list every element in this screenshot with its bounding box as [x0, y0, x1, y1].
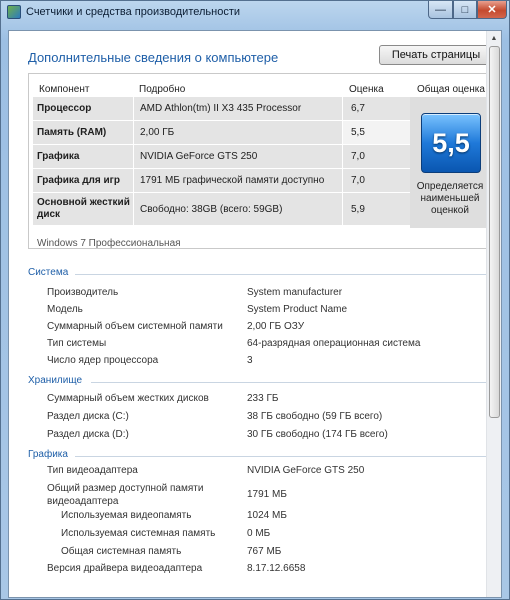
info-label: Суммарный объем жестких дисков [47, 393, 209, 404]
windows-edition: Windows 7 Профессиональная [37, 238, 181, 249]
component-score: 6,7 [343, 97, 410, 120]
info-label: Тип системы [47, 338, 107, 349]
info-value: 233 ГБ [247, 393, 279, 404]
info-label: Общий размер доступной памяти видеоадапт… [47, 483, 204, 507]
component-score: 7,0 [343, 169, 410, 192]
info-value: 767 МБ [247, 546, 282, 557]
section-title-system: Система [28, 267, 69, 278]
score-row-graphics: Графика NVIDIA GeForce GTS 250 7,0 [30, 145, 410, 168]
info-value: 38 ГБ свободно (59 ГБ всего) [247, 411, 383, 422]
component-name: Основной жесткий диск [33, 193, 133, 225]
info-label: Раздел диска (C:) [47, 411, 129, 422]
info-value: 2,00 ГБ ОЗУ [247, 321, 305, 332]
score-row-disk: Основной жесткий диск Свободно: 38GB (вс… [30, 193, 410, 225]
col-header-details: Подробно [139, 84, 186, 95]
close-icon: ✕ [487, 4, 497, 16]
info-value: 1791 МБ [247, 489, 287, 500]
col-header-component: Компонент [39, 84, 90, 95]
info-value: 64-разрядная операционная система [247, 338, 421, 349]
info-label: Общая системная память [61, 546, 182, 557]
component-details: 1791 МБ графической памяти доступно [134, 169, 342, 192]
info-value: System manufacturer [247, 287, 343, 298]
scrollbar-thumb[interactable] [489, 46, 500, 418]
minimize-button[interactable]: — [428, 1, 453, 19]
info-label: Используемая видеопамять [61, 510, 192, 521]
info-label: Раздел диска (D:) [47, 429, 129, 440]
scroll-up-icon[interactable]: ▲ [487, 31, 501, 45]
component-name: Графика для игр [33, 169, 133, 192]
window-title: Счетчики и средства производительности [26, 6, 241, 18]
component-details: 2,00 ГБ [134, 121, 342, 144]
close-button[interactable]: ✕ [477, 1, 507, 19]
info-value: NVIDIA GeForce GTS 250 [247, 465, 365, 476]
app-window: Счетчики и средства производительности —… [0, 0, 510, 600]
col-header-base: Общая оценка [417, 84, 485, 95]
component-score: 5,9 [343, 193, 410, 225]
info-label: Модель [47, 304, 83, 315]
maximize-icon: □ [461, 3, 469, 16]
app-icon [7, 5, 21, 19]
score-table: Компонент Подробно Оценка Общая оценка П… [28, 73, 491, 249]
component-score: 7,0 [343, 145, 410, 168]
info-label: Число ядер процессора [47, 355, 159, 366]
component-details: Свободно: 38GB (всего: 59GB) [134, 193, 342, 225]
section-divider [75, 456, 491, 457]
page-title: Дополнительные сведения о компьютере [28, 50, 279, 65]
component-score: 5,5 [343, 121, 410, 144]
section-divider [91, 382, 491, 383]
score-row-gaming-graphics: Графика для игр 1791 МБ графической памя… [30, 169, 410, 192]
component-details: NVIDIA GeForce GTS 250 [134, 145, 342, 168]
info-label: Тип видеоадаптера [47, 465, 138, 476]
minimize-icon: — [435, 3, 446, 16]
info-value: 30 ГБ свободно (174 ГБ всего) [247, 429, 388, 440]
maximize-button[interactable]: □ [453, 1, 477, 19]
content-area: Дополнительные сведения о компьютере Печ… [8, 30, 502, 598]
score-row-ram: Память (RAM) 2,00 ГБ 5,5 [30, 121, 410, 144]
info-value: 1024 МБ [247, 510, 287, 521]
section-divider [75, 274, 491, 275]
col-header-score: Оценка [349, 84, 384, 95]
section-title-graphics: Графика [28, 449, 68, 460]
title-bar[interactable]: Счетчики и средства производительности —… [1, 1, 509, 23]
section-title-storage: Хранилище [28, 375, 82, 386]
score-row-cpu: Процессор AMD Athlon(tm) II X3 435 Proce… [30, 97, 410, 120]
info-label: Используемая системная память [61, 528, 216, 539]
base-score-panel: 5,5 Определяется наименьшей оценкой [410, 97, 490, 228]
base-score-badge: 5,5 [421, 113, 481, 173]
info-label: Производитель [47, 287, 119, 298]
info-value: 3 [247, 355, 253, 366]
component-name: Графика [33, 145, 133, 168]
info-label: Суммарный объем системной памяти [47, 321, 223, 332]
info-label: Версия драйвера видеоадаптера [47, 563, 203, 574]
info-value: 8.17.12.6658 [247, 563, 306, 574]
vertical-scrollbar[interactable]: ▲ [486, 31, 501, 597]
component-name: Процессор [33, 97, 133, 120]
print-page-button[interactable]: Печать страницы [379, 45, 493, 65]
base-score-note: Определяется наименьшей оценкой [416, 181, 484, 216]
info-value: System Product Name [247, 304, 348, 315]
component-details: AMD Athlon(tm) II X3 435 Processor [134, 97, 342, 120]
component-name: Память (RAM) [33, 121, 133, 144]
info-value: 0 МБ [247, 528, 271, 539]
